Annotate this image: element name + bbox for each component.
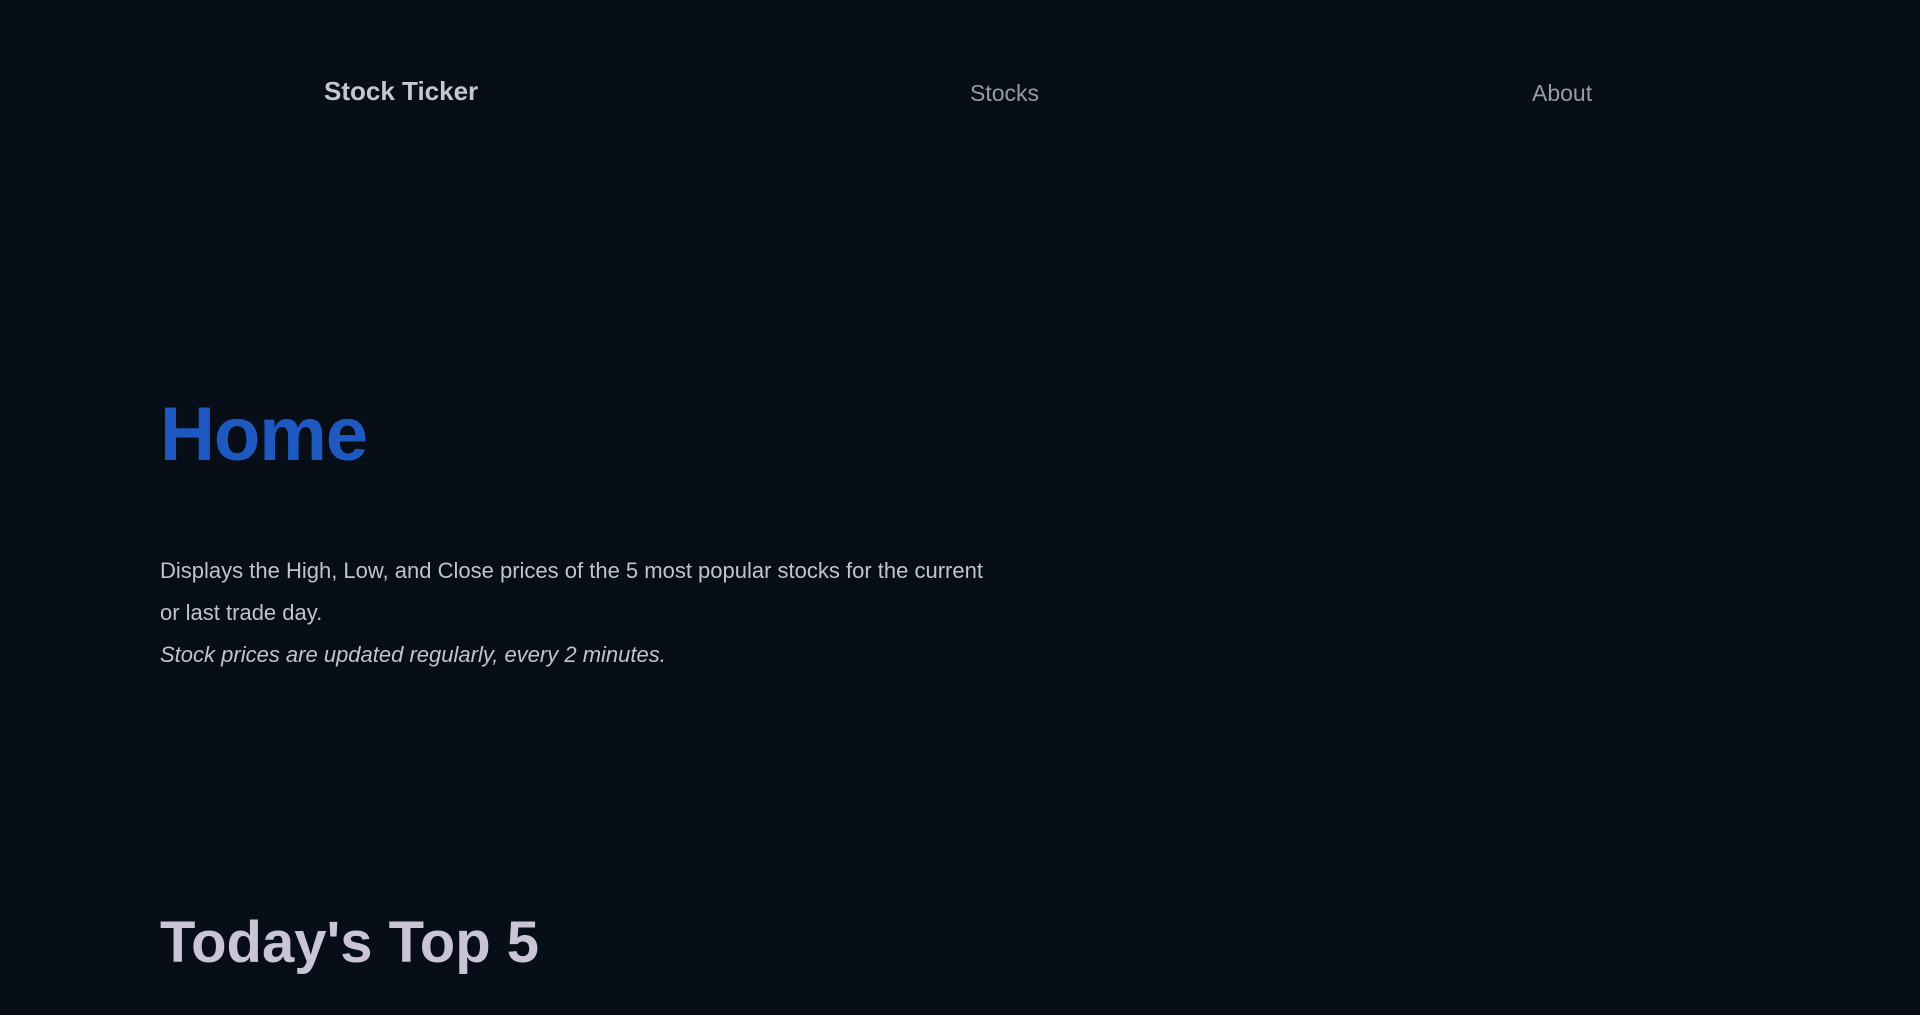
brand-link[interactable]: Stock Ticker [324, 76, 478, 107]
page-title: Home [160, 390, 1060, 480]
update-note: Stock prices are updated regularly, ever… [160, 642, 666, 667]
main-content: Home Displays the High, Low, and Close p… [160, 390, 1060, 667]
navbar: Stock Ticker Stocks About [0, 0, 1920, 190]
page: Stock Ticker Stocks About Home Displays … [0, 0, 1920, 1015]
section-title-top-5: Today's Top 5 [160, 910, 540, 975]
page-description: Displays the High, Low, and Close prices… [160, 558, 983, 625]
nav-link-about[interactable]: About [1532, 80, 1592, 107]
nav-link-stocks[interactable]: Stocks [970, 80, 1039, 107]
